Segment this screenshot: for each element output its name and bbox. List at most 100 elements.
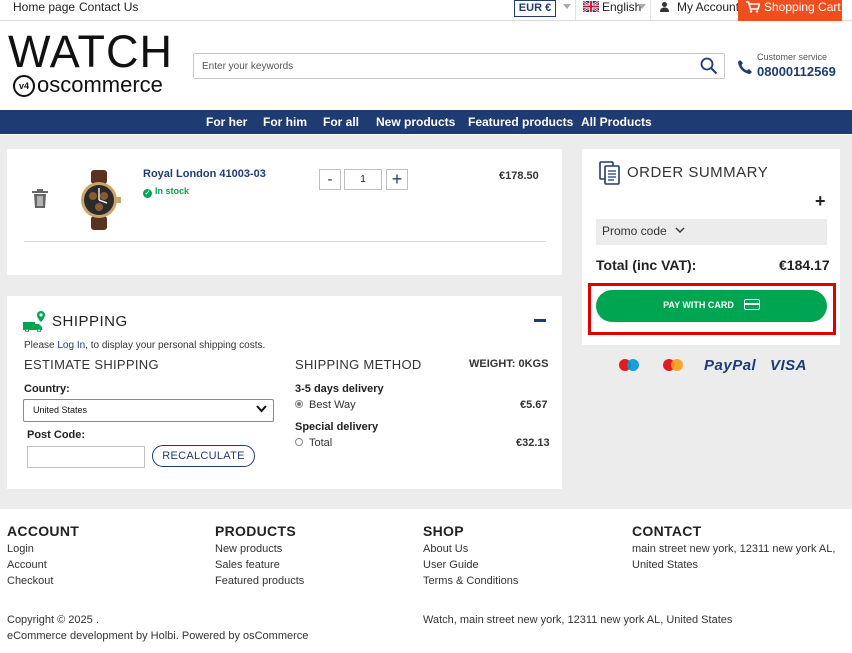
footer-shop-title: SHOP — [423, 523, 464, 539]
logo-sub-label: oscommerce — [37, 72, 163, 97]
top-bar: Home page Contact Us EUR € English My Ac… — [0, 0, 852, 21]
customer-service-label: Customer service — [757, 52, 828, 62]
collapse-shipping-button[interactable] — [534, 319, 546, 322]
stock-status: ✓ In stock — [143, 186, 189, 198]
shipping-group-name: 3-5 days delivery — [295, 383, 384, 395]
shipping-option-best-way[interactable]: Best Way — [295, 399, 356, 411]
product-name-link[interactable]: Royal London 41003-03 — [143, 168, 266, 180]
footer-link-login[interactable]: Login — [7, 541, 53, 557]
shopping-cart-label: Shopping Cart — [764, 0, 841, 14]
divider — [24, 241, 546, 242]
search-input[interactable] — [194, 54, 674, 78]
footer-shop-links: About Us User Guide Terms & Conditions — [423, 541, 518, 589]
maestro-logo-icon — [619, 359, 639, 371]
nav-item-for-her[interactable]: For her — [206, 110, 247, 134]
pay-with-card-button[interactable]: PAY WITH CARD — [596, 290, 827, 322]
promo-code-toggle[interactable]: Promo code — [596, 219, 827, 245]
post-code-input[interactable] — [27, 446, 145, 468]
chevron-down-icon[interactable] — [638, 4, 646, 9]
contact-link[interactable]: Contact Us — [79, 0, 138, 15]
main-nav: For her For him For all New products Fea… — [0, 110, 852, 134]
quantity-increase-button[interactable]: + — [386, 169, 408, 190]
shipping-note: Please Log In, to display your personal … — [24, 340, 265, 351]
footer-link-new-products[interactable]: New products — [215, 541, 304, 557]
shipping-option-total[interactable]: Total — [295, 437, 332, 449]
nav-item-all-products[interactable]: All Products — [581, 110, 652, 134]
radio-unselected[interactable] — [295, 438, 303, 446]
estimate-shipping-title: ESTIMATE SHIPPING — [24, 357, 159, 372]
contact-address-line1: main street new york, 12311 new york AL, — [632, 543, 836, 555]
footer-link-checkout[interactable]: Checkout — [7, 573, 53, 589]
footer-account-links: Login Account Checkout — [7, 541, 53, 589]
weight-label: WEIGHT: 0KGS — [469, 358, 549, 370]
home-link[interactable]: Home page — [13, 0, 75, 15]
nav-item-featured-products[interactable]: Featured products — [468, 110, 573, 134]
shipping-title: SHIPPING — [52, 313, 128, 330]
shipping-option-price: €5.67 — [520, 399, 548, 411]
currency-selector[interactable]: EUR € — [514, 0, 556, 17]
quantity-input[interactable]: 1 — [344, 169, 382, 190]
delivery-truck-icon — [23, 311, 45, 332]
shipping-option-label: Best Way — [309, 399, 356, 411]
footer-link-terms[interactable]: Terms & Conditions — [423, 573, 518, 589]
user-icon — [660, 2, 669, 12]
country-label: Country: — [24, 383, 70, 395]
shipping-option-price: €32.13 — [516, 437, 550, 449]
total-label: Total (inc VAT): — [596, 257, 697, 273]
stock-label: In stock — [155, 186, 190, 196]
footer-products-links: New products Sales feature Featured prod… — [215, 541, 304, 589]
trash-icon[interactable] — [31, 189, 49, 208]
item-price: €178.50 — [499, 170, 539, 182]
footer-link-about-us[interactable]: About Us — [423, 541, 518, 557]
shipping-group-name: Special delivery — [295, 421, 379, 433]
search-box — [193, 53, 725, 79]
country-value: United States — [33, 405, 88, 415]
expand-summary-button[interactable]: + — [815, 191, 826, 212]
footer-contact-title: CONTACT — [632, 523, 702, 539]
footer-products-title: PRODUCTS — [215, 523, 296, 539]
my-account-link[interactable]: My Account — [660, 0, 739, 15]
footer-link-account[interactable]: Account — [7, 557, 53, 573]
recalculate-button[interactable]: RECALCULATE — [152, 445, 255, 467]
nav-item-for-him[interactable]: For him — [263, 110, 307, 134]
divider — [650, 0, 651, 20]
nav-item-new-products[interactable]: New products — [376, 110, 455, 134]
customer-service-phone[interactable]: 08000112569 — [757, 64, 836, 79]
search-icon[interactable] — [700, 57, 718, 75]
footer-contact-address: main street new york, 12311 new york AL,… — [632, 541, 835, 573]
post-code-label: Post Code: — [27, 429, 86, 441]
nav-item-for-all[interactable]: For all — [323, 110, 359, 134]
logo-subtext: v4 oscommerce — [13, 72, 163, 98]
paypal-logo: PayPal — [704, 357, 757, 374]
chevron-down-icon — [675, 227, 685, 233]
footer-link-user-guide[interactable]: User Guide — [423, 557, 518, 573]
copyright: Copyright © 2025 . — [7, 614, 99, 626]
shipping-method-title: SHIPPING METHOD — [295, 357, 422, 372]
credit-line: eCommerce development by Holbi. Powered … — [7, 630, 309, 642]
footer-link-featured-products[interactable]: Featured products — [215, 573, 304, 589]
pay-with-card-label: PAY WITH CARD — [663, 300, 734, 310]
shopping-cart-button[interactable]: Shopping Cart — [738, 0, 842, 21]
phone-icon — [738, 60, 752, 74]
mastercard-logo-icon — [663, 359, 683, 371]
divider — [575, 0, 576, 20]
chevron-down-icon[interactable] — [563, 4, 571, 9]
promo-code-label: Promo code — [602, 224, 667, 238]
shipping-option-label: Total — [309, 437, 333, 449]
product-image[interactable] — [73, 170, 125, 230]
country-select[interactable]: United States — [23, 399, 274, 422]
contact-address-line2: United States — [632, 559, 699, 571]
note-prefix: Please — [24, 340, 58, 351]
site-logo[interactable]: WATCH v4 oscommerce — [8, 29, 173, 98]
credit-card-icon — [743, 299, 760, 310]
login-link[interactable]: Log In — [57, 340, 85, 351]
quantity-decrease-button[interactable]: - — [319, 169, 341, 190]
cart-icon — [746, 1, 761, 13]
clipboard-icon — [599, 161, 620, 185]
visa-logo: VISA — [770, 357, 808, 374]
total-value: €184.17 — [779, 257, 830, 273]
radio-selected[interactable] — [295, 400, 303, 408]
language-selector[interactable]: English — [583, 0, 641, 15]
footer-link-sales-feature[interactable]: Sales feature — [215, 557, 304, 573]
logo-badge: v4 — [13, 75, 35, 98]
